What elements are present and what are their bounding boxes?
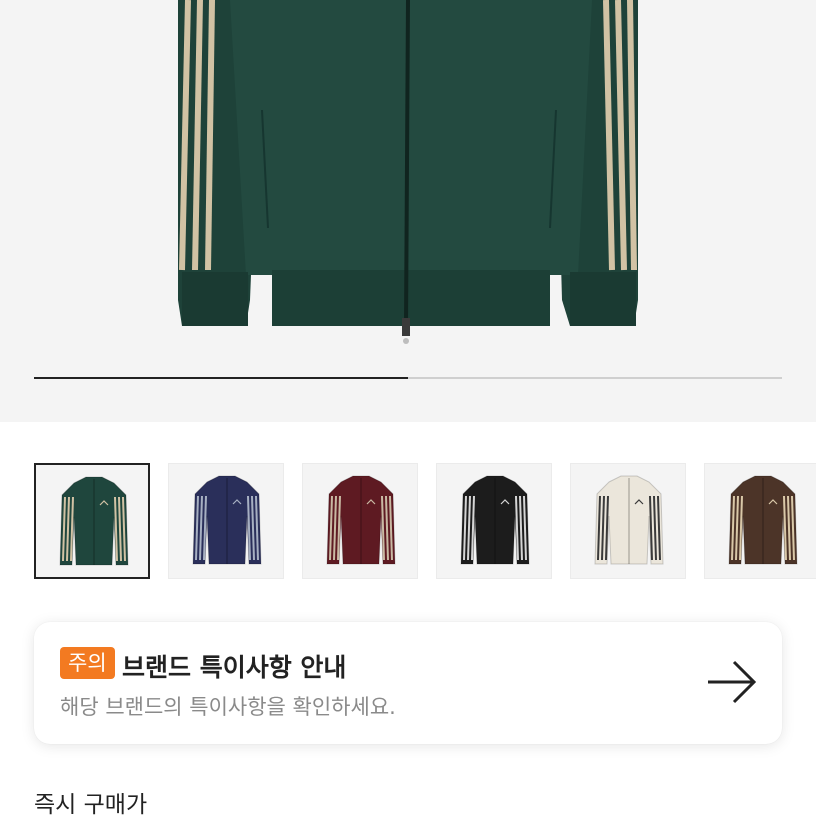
notice-title: 브랜드 특이사항 안내 (122, 653, 347, 682)
color-thumbnail[interactable] (570, 463, 686, 579)
color-thumbnail[interactable] (302, 463, 418, 579)
notice-subtitle: 해당 브랜드의 특이사항을 확인하세요. (60, 695, 396, 719)
instant-buy-label: 즉시 구매가 (34, 792, 148, 818)
color-thumbnail[interactable] (704, 463, 816, 579)
gallery-progress-bar (34, 377, 782, 379)
jacket-thumbnail-icon (192, 475, 262, 565)
gallery-progress-fill (34, 377, 408, 379)
jacket-thumbnail-icon (728, 475, 798, 565)
jacket-thumbnail-icon (594, 475, 664, 565)
arrow-right-icon[interactable] (706, 658, 758, 706)
product-image-area[interactable] (0, 0, 816, 422)
jacket-thumbnail-icon (326, 475, 396, 565)
track-jacket-image (178, 0, 638, 344)
color-thumbnail[interactable] (436, 463, 552, 579)
brand-notice-card[interactable]: 주의 브랜드 특이사항 안내 해당 브랜드의 특이사항을 확인하세요. (34, 622, 782, 744)
color-thumbnail-list (0, 463, 816, 581)
jacket-thumbnail-icon (460, 475, 530, 565)
jacket-thumbnail-icon (59, 476, 129, 566)
color-thumbnail[interactable] (34, 463, 150, 579)
caution-badge: 주의 (60, 647, 115, 679)
color-thumbnail[interactable] (168, 463, 284, 579)
